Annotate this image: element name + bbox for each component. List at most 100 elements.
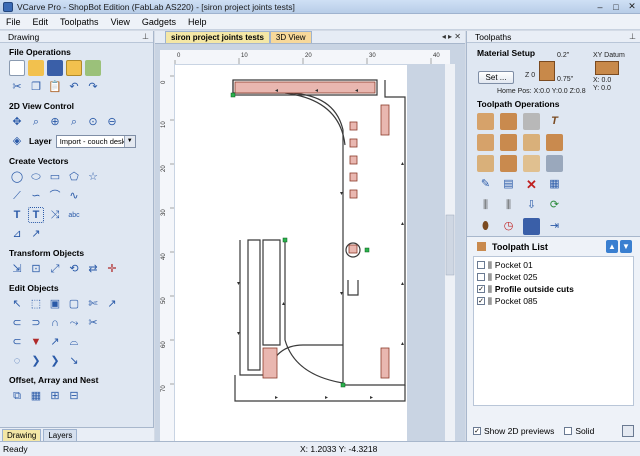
menu-edit[interactable]: Edit — [27, 17, 55, 27]
tee-fillet-icon[interactable]: ❯ — [47, 353, 63, 369]
texture-toolpath-icon[interactable] — [477, 155, 494, 172]
extend-icon[interactable]: ↗ — [104, 296, 120, 312]
open-folder-icon[interactable] — [28, 60, 44, 76]
zoom-fit-icon[interactable]: ⌕ — [66, 114, 82, 130]
tab-layers[interactable]: Layers — [43, 429, 78, 441]
export-toolpath-icon[interactable]: ⇥ — [546, 218, 563, 235]
copy-icon[interactable]: ❐ — [28, 79, 44, 95]
select-icon[interactable]: ↖ — [9, 296, 25, 312]
rotate-icon[interactable]: ⟲ — [66, 261, 82, 277]
fillet-icon[interactable]: ✂ — [85, 315, 101, 331]
import-icon[interactable] — [66, 60, 82, 76]
toolpath-checkbox[interactable] — [477, 261, 485, 269]
node-edit-icon[interactable]: ⬚ — [28, 296, 44, 312]
tool-database-icon[interactable]: ⫼ — [477, 197, 494, 214]
redo-icon[interactable]: ↷ — [85, 79, 101, 95]
close-button[interactable]: ✕ — [624, 1, 640, 13]
array-icon[interactable]: ▦ — [28, 388, 44, 404]
inlay-toolpath-icon[interactable] — [477, 134, 494, 151]
tab-3d-view[interactable]: 3D View — [269, 31, 312, 43]
toolpath-checkbox[interactable] — [477, 273, 485, 281]
maximize-button[interactable]: □ — [608, 1, 624, 13]
text-arc-icon[interactable]: ⤨ — [47, 207, 63, 223]
chamfer-icon[interactable]: ↘ — [66, 353, 82, 369]
bezier-icon[interactable]: ◌ — [9, 353, 25, 369]
menu-help[interactable]: Help — [182, 17, 213, 27]
menu-view[interactable]: View — [105, 17, 136, 27]
close-vectors-icon[interactable]: ▼ — [28, 334, 44, 350]
smooth-icon[interactable]: ⊂ — [9, 334, 25, 350]
node-marker[interactable] — [282, 237, 288, 243]
toolpath-row[interactable]: ⫼ Pocket 025 — [477, 271, 630, 283]
pan-icon[interactable]: ✥ — [9, 114, 25, 130]
menu-file[interactable]: File — [0, 17, 27, 27]
delete-toolpath-icon[interactable]: ✕ — [523, 176, 540, 193]
align-icon[interactable]: ⊡ — [28, 261, 44, 277]
pocket-toolpath-icon[interactable] — [500, 113, 517, 130]
paste-icon[interactable]: 📋 — [47, 79, 63, 95]
mirror-icon[interactable]: ⇄ — [85, 261, 101, 277]
trim-icon[interactable]: ✄ — [85, 296, 101, 312]
intersect-icon[interactable]: ∩ — [47, 315, 63, 331]
dimension-icon[interactable]: ⊿ — [9, 226, 25, 242]
solid-checkbox[interactable] — [564, 427, 573, 435]
pin-icon[interactable]: ⊥ — [629, 32, 636, 41]
toolpath-template-icon[interactable]: ▤ — [500, 176, 517, 193]
measure-icon[interactable]: ↗ — [28, 226, 44, 242]
freehand-icon[interactable]: ∿ — [66, 188, 82, 204]
circular-array-icon[interactable]: ⊞ — [47, 388, 63, 404]
finishing-toolpath-icon[interactable] — [546, 155, 563, 172]
moulding-toolpath-icon[interactable] — [546, 134, 563, 151]
dogbone-icon[interactable]: ❯ — [28, 353, 44, 369]
arc-icon[interactable]: ⌒ — [47, 188, 63, 204]
curve-icon[interactable]: ∽ — [28, 188, 44, 204]
text-box-icon[interactable]: T — [28, 207, 44, 223]
zoom-selection-icon[interactable]: ⊙ — [85, 114, 101, 130]
text-on-curve-icon[interactable]: abc — [66, 207, 82, 223]
profile-toolpath-icon[interactable] — [477, 113, 494, 130]
preview-toolpath-icon[interactable]: ⬮ — [477, 218, 494, 235]
pin-icon[interactable]: ⊥ — [142, 32, 149, 41]
weld-icon[interactable]: ⊂ — [9, 315, 25, 331]
scale-icon[interactable]: ⤢ — [47, 261, 63, 277]
prism-toolpath-icon[interactable] — [500, 134, 517, 151]
calculator-icon[interactable]: ▦ — [546, 176, 563, 193]
rectangle-icon[interactable]: ▭ — [47, 169, 63, 185]
minimize-button[interactable]: – — [592, 1, 608, 13]
move-down-button[interactable]: ▼ — [620, 240, 632, 253]
toolpath-row[interactable]: ✓ ⫼ Profile outside cuts — [477, 283, 630, 295]
ellipse-icon[interactable]: ⬭ — [28, 169, 44, 185]
show-2d-previews-checkbox[interactable]: ✓ — [473, 427, 481, 435]
node-marker[interactable] — [230, 92, 236, 98]
pocket-fill[interactable] — [380, 104, 390, 136]
node-marker[interactable] — [364, 247, 370, 253]
move-up-button[interactable]: ▲ — [606, 240, 618, 253]
polyline-icon[interactable]: ⟋ — [9, 188, 25, 204]
vcarve-toolpath-icon[interactable]: T — [546, 113, 563, 130]
text-icon[interactable]: T — [9, 207, 25, 223]
time-estimate-icon[interactable]: ◷ — [500, 218, 517, 235]
tab-document[interactable]: siron project joints tests — [165, 31, 270, 43]
toolpath-checkbox[interactable]: ✓ — [477, 285, 485, 293]
pocket-fill[interactable] — [234, 81, 376, 94]
roughing-toolpath-icon[interactable] — [523, 155, 540, 172]
circle-icon[interactable]: ◯ — [9, 169, 25, 185]
join-open-icon[interactable]: ↗ — [47, 334, 63, 350]
undo-icon[interactable]: ↶ — [66, 79, 82, 95]
distort-icon[interactable]: ✛ — [104, 261, 120, 277]
document-tab-controls[interactable]: ◂ ▸ ✕ — [442, 32, 461, 41]
drawing-canvas[interactable]: 0 10 20 30 40 0 10 20 30 40 50 60 70 ◂ ◂… — [155, 45, 465, 441]
curve-fit-icon[interactable]: ⌓ — [66, 334, 82, 350]
group-icon[interactable]: ▣ — [47, 296, 63, 312]
scrollbar-thumb[interactable] — [445, 214, 455, 276]
cut-icon[interactable]: ✂ — [9, 79, 25, 95]
new-file-icon[interactable] — [9, 60, 25, 76]
zoom-in-icon[interactable]: ⊕ — [47, 114, 63, 130]
offset-icon[interactable]: ⧉ — [9, 388, 25, 404]
subtract-icon[interactable]: ⊃ — [28, 315, 44, 331]
set-material-button[interactable]: Set ... — [478, 71, 514, 84]
zoom-out-icon[interactable]: ⊖ — [104, 114, 120, 130]
polygon-icon[interactable]: ⬠ — [66, 169, 82, 185]
save-icon[interactable] — [47, 60, 63, 76]
save-toolpath-icon[interactable] — [523, 218, 540, 235]
